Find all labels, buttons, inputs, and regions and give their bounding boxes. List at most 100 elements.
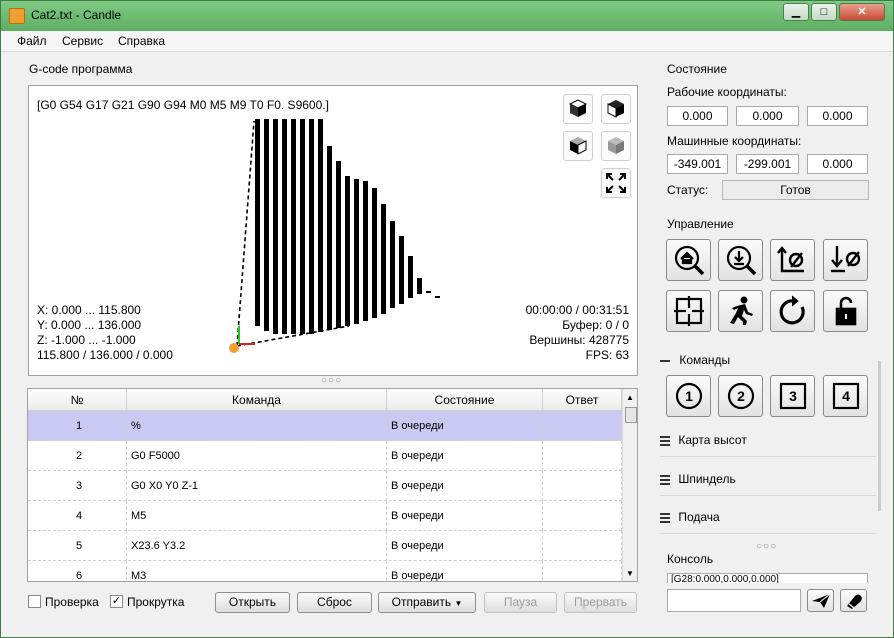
console-input[interactable] xyxy=(667,589,801,612)
toolpath-stripe xyxy=(408,256,413,298)
right-panel-scrollbar[interactable] xyxy=(878,361,881,511)
user-command-1-button[interactable]: 1 xyxy=(666,375,711,417)
collapse-icon xyxy=(660,359,670,362)
toolpath-stripe xyxy=(291,119,296,334)
expand-icon xyxy=(660,473,670,487)
table-row[interactable]: 1% В очереди xyxy=(28,411,622,441)
expand-icon xyxy=(660,511,670,525)
cube-top-icon[interactable] xyxy=(563,94,593,124)
probe-z-icon[interactable] xyxy=(718,239,763,281)
table-row[interactable]: 6 M3 В очереди xyxy=(28,561,622,581)
send-button[interactable]: Отправить ▼ xyxy=(378,592,476,613)
toolpath-stripe xyxy=(300,119,305,334)
col-command[interactable]: Команда xyxy=(127,389,387,411)
row-response xyxy=(543,561,622,581)
col-state[interactable]: Состояние xyxy=(387,389,543,411)
zero-xy-icon[interactable] xyxy=(770,239,815,281)
row-number: 4 xyxy=(28,501,127,531)
restore-origin-icon[interactable] xyxy=(666,290,711,332)
reset-button[interactable]: Сброс xyxy=(297,592,372,613)
abort-button[interactable]: Прервать xyxy=(564,592,637,613)
console-log[interactable]: [G28:0.000,0.000,0.000] xyxy=(667,573,868,583)
toolpath-stripe xyxy=(417,278,422,294)
menu-service[interactable]: Сервис xyxy=(62,34,103,48)
clear-console-icon[interactable] xyxy=(840,589,867,612)
heightmap-group[interactable]: Карта высот xyxy=(660,433,876,457)
row-command: G0 X0 Y0 Z-1 xyxy=(127,471,387,501)
feed-group[interactable]: Подача xyxy=(660,510,876,534)
home-icon[interactable] xyxy=(666,239,711,281)
program-group-title: G-code программа xyxy=(29,62,133,76)
row-response xyxy=(543,441,622,471)
toolpath-stripe xyxy=(399,236,404,304)
splitter-handle[interactable]: ○○○ xyxy=(756,541,777,552)
pause-button[interactable]: Пауза xyxy=(484,592,557,613)
col-number[interactable]: № xyxy=(28,389,127,411)
check-mode-checkbox[interactable] xyxy=(28,595,41,608)
row-number: 3 xyxy=(28,471,127,501)
toolpath-stripe xyxy=(372,188,377,318)
work-z-field: 0.000 xyxy=(807,106,868,126)
menu-file[interactable]: Файл xyxy=(17,34,47,48)
fit-icon[interactable] xyxy=(601,168,631,198)
table-scrollbar[interactable]: ▲ ▼ xyxy=(622,389,637,581)
toolpath-stripe xyxy=(345,176,350,326)
send-command-icon[interactable] xyxy=(807,589,834,612)
spindle-group[interactable]: Шпиндель xyxy=(660,472,876,496)
safe-position-icon[interactable] xyxy=(718,290,763,332)
toolpath-stripe xyxy=(318,119,323,332)
user-command-4-label: 4 xyxy=(842,388,850,404)
fps-readout: FPS: 63 xyxy=(585,348,629,362)
spindle-title: Шпиндель xyxy=(678,472,736,486)
time-readout: 00:00:00 / 00:31:51 xyxy=(525,303,629,317)
autoscroll-checkbox[interactable]: ✓ xyxy=(110,595,123,608)
row-response xyxy=(543,501,622,531)
cube-iso-icon[interactable] xyxy=(601,131,631,161)
work-coords-label: Рабочие координаты: xyxy=(667,85,787,99)
program-table[interactable]: № Команда Состояние Ответ 1% В очереди 2 G0… xyxy=(27,388,638,582)
commands-title: Команды xyxy=(679,353,731,367)
title-bar[interactable]: Cat2.txt - Candle ▁ □ ✕ xyxy=(1,1,893,31)
work-x-field: 0.000 xyxy=(667,106,728,126)
work-y-field: 0.000 xyxy=(736,106,799,126)
rapid-move-line xyxy=(236,120,255,347)
commands-header[interactable]: Команды xyxy=(660,353,730,367)
cube-front-icon[interactable] xyxy=(601,94,631,124)
toolpath-stripe xyxy=(435,296,440,298)
row-state: В очереди xyxy=(387,531,543,561)
splitter-handle[interactable]: ○○○ xyxy=(321,375,342,386)
table-row[interactable]: 2 G0 F5000 В очереди xyxy=(28,441,622,471)
check-mode-label: Проверка xyxy=(45,595,99,609)
row-number: 1 xyxy=(28,411,127,441)
close-button[interactable]: ✕ xyxy=(839,3,885,21)
cube-left-icon[interactable] xyxy=(563,131,593,161)
maximize-button[interactable]: □ xyxy=(811,3,837,21)
table-row[interactable]: 5 X23.6 Y3.2 В очереди xyxy=(28,531,622,561)
toolpath-stripe xyxy=(390,221,395,308)
row-state: В очереди xyxy=(387,411,543,441)
table-row[interactable]: 4 M5 В очереди xyxy=(28,501,622,531)
user-command-3-button[interactable]: 3 xyxy=(770,375,815,417)
app-icon xyxy=(9,8,25,24)
zero-z-icon[interactable] xyxy=(823,239,868,281)
open-button[interactable]: Открыть xyxy=(215,592,290,613)
minimize-button[interactable]: ▁ xyxy=(783,3,809,21)
gcode-visualizer[interactable]: [G0 G54 G17 G21 G90 G94 M0 M5 M9 T0 F0. … xyxy=(28,85,638,376)
col-response[interactable]: Ответ xyxy=(543,389,622,411)
row-command: M3 xyxy=(127,561,387,581)
unlock-icon[interactable] xyxy=(823,290,868,332)
scroll-thumb[interactable] xyxy=(625,407,637,423)
toolpath-stripe xyxy=(309,119,314,334)
table-row[interactable]: 3 G0 X0 Y0 Z-1 В очереди xyxy=(28,471,622,501)
user-command-4-button[interactable]: 4 xyxy=(823,375,868,417)
row-command: G0 F5000 xyxy=(127,441,387,471)
vertices-readout: Вершины: 428775 xyxy=(529,333,629,347)
reset-icon[interactable] xyxy=(770,290,815,332)
toolpath-stripe xyxy=(354,179,359,324)
user-command-2-button[interactable]: 2 xyxy=(718,375,763,417)
status-value: Готов xyxy=(722,180,869,200)
row-response xyxy=(543,471,622,501)
row-response xyxy=(543,411,622,441)
menu-help[interactable]: Справка xyxy=(118,34,165,48)
user-command-3-label: 3 xyxy=(789,388,797,404)
